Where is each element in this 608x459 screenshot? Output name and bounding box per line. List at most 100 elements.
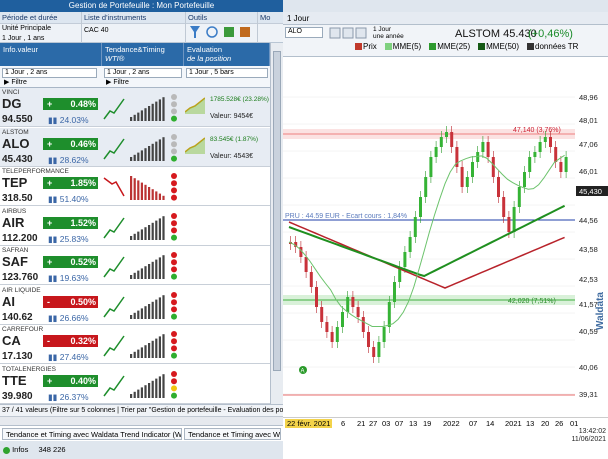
- trend-bar: [133, 233, 136, 240]
- chart-period[interactable]: 1 Jour une année: [371, 26, 406, 40]
- trend-bar: [137, 349, 140, 358]
- candle-body: [351, 297, 355, 307]
- list-value[interactable]: CAC 40: [82, 26, 185, 36]
- chart-tab[interactable]: 1 Jour: [283, 12, 608, 25]
- candle-body: [507, 217, 511, 232]
- col-info[interactable]: Info.valeur: [0, 43, 102, 66]
- list-group[interactable]: Liste d'instruments CAC 40: [82, 12, 186, 43]
- volatility: ▮▮ 26.37%: [48, 391, 89, 402]
- table-row[interactable]: AIR LIQUIDE AI 140.62 -0.50% ▮▮ 26.66%: [0, 285, 270, 325]
- instrument-symbol: AI: [2, 293, 15, 309]
- trend-bar: [133, 272, 136, 279]
- stock-name: ALSTOM: [455, 28, 501, 40]
- info-filter[interactable]: ▶ Filtre: [2, 78, 29, 87]
- horizontal-scrollbar[interactable]: [0, 416, 283, 425]
- symbol-input[interactable]: ALO: [285, 27, 323, 38]
- trend-bar: [137, 180, 140, 200]
- eval-period-select[interactable]: 1 Jour , 5 bars: [186, 68, 268, 78]
- trend-bar: [162, 294, 165, 319]
- trend-bar: [137, 152, 140, 161]
- trend-period-select[interactable]: 1 Jour , 2 ans: [104, 68, 182, 78]
- trend-bar: [158, 217, 161, 240]
- trend-bar: [148, 382, 151, 398]
- tab-wti-2[interactable]: Tendance et Timing avec Waldata Trend I.…: [184, 428, 281, 440]
- instrument-symbol: SAF: [2, 254, 28, 269]
- price-tick: 48,96: [579, 93, 598, 102]
- table-row[interactable]: AIRBUS AIR 112.200 +1.52% ▮▮ 25.83%: [0, 206, 270, 246]
- arrow-up-icon: [103, 335, 125, 357]
- support-label: 42,020 (7,51%): [508, 298, 556, 305]
- scroll-thumb[interactable]: [273, 51, 281, 371]
- table-row[interactable]: ALSTOM ALO 45.430 +0.46% ▮▮ 28.62% 83.54…: [0, 127, 270, 167]
- trend-bar: [140, 347, 143, 358]
- tools-icons[interactable]: [186, 24, 256, 40]
- table-row[interactable]: TOTALENERGIES TTE 39.980 +0.40% ▮▮ 26.37…: [0, 364, 270, 404]
- eval-value: Valeur: 4543€: [210, 152, 254, 160]
- chart-background: [283, 57, 608, 417]
- instrument-price: 17.130: [2, 351, 33, 362]
- candle-body: [330, 332, 334, 342]
- trend-bar: [151, 103, 154, 121]
- instrument-symbol: AIR: [2, 214, 25, 230]
- period-group[interactable]: Période et durée Unité Principale 1 Jour…: [0, 12, 82, 43]
- legend-item[interactable]: MME(50): [478, 42, 523, 52]
- bottom-tabs: Tendance et Timing avec Waldata Trend In…: [0, 425, 283, 441]
- legend-item[interactable]: MME(5): [384, 42, 425, 52]
- candle-body: [502, 197, 506, 217]
- table-row[interactable]: VINCI DG 94.550 +0.48% ▮▮ 24.03% 1785.52…: [0, 88, 270, 127]
- date-tick: 01: [570, 419, 579, 428]
- candle-body: [382, 327, 386, 342]
- chart-nav-icons[interactable]: [329, 27, 369, 40]
- candle-body: [445, 132, 448, 137]
- trend-indicator: [103, 252, 177, 280]
- trend-bar: [158, 296, 161, 319]
- candle-body: [564, 157, 568, 172]
- trend-bar: [144, 147, 147, 161]
- trend-bar: [140, 386, 143, 398]
- candle-body: [460, 167, 464, 187]
- list-scrollbar[interactable]: [270, 43, 283, 404]
- signal-light-icon: [171, 115, 177, 122]
- pru-label: PRU : 44.59 EUR - Ecart cours : 1,84%: [285, 213, 407, 220]
- table-row[interactable]: CARREFOUR CA 17.130 -0.32% ▮▮ 27.46%: [0, 325, 270, 364]
- date-tick: 03: [382, 419, 391, 428]
- arrow-up-icon: [103, 138, 125, 159]
- signal-light-icon: [171, 155, 177, 162]
- legend-item[interactable]: MME(25): [429, 42, 474, 52]
- instrument-price: 123.760: [2, 272, 39, 283]
- volatility: ▮▮ 24.03%: [48, 115, 89, 125]
- trend-bar: [140, 149, 143, 161]
- signal-light-icon: [171, 298, 177, 305]
- info-period-select[interactable]: 1 Jour , 2 ans: [2, 68, 97, 78]
- trend-indicator: [103, 212, 177, 241]
- trend-bar: [148, 343, 151, 358]
- col-eval[interactable]: Evaluation de la position: [184, 43, 270, 66]
- period-label: Période et durée: [0, 12, 81, 24]
- signal-light-icon: [171, 370, 177, 377]
- more-group[interactable]: Mo: [258, 12, 283, 43]
- change-badge: +1.85%: [43, 177, 98, 189]
- candle-body: [559, 162, 563, 172]
- trend-bar: [148, 224, 151, 240]
- trend-bar: [155, 220, 158, 240]
- legend-item[interactable]: Prix: [355, 42, 381, 52]
- tab-wti[interactable]: Tendance et Timing avec Waldata Trend In…: [2, 428, 182, 440]
- arrow-down-icon: [103, 177, 125, 197]
- signal-light-icon: [171, 133, 177, 140]
- trend-filter[interactable]: ▶ Filtre: [104, 78, 131, 87]
- instrument-fullname: TELEPERFORMANCE: [2, 168, 69, 175]
- trend-bar: [162, 195, 165, 200]
- trend-bar: [140, 110, 143, 121]
- toolbar: Période et durée Unité Principale 1 Jour…: [0, 12, 283, 43]
- tools-group[interactable]: Outils: [186, 12, 258, 43]
- table-row[interactable]: TELEPERFORMANCE TEP 318.50 +1.85% ▮▮ 51.…: [0, 167, 270, 206]
- table-row[interactable]: SAFRAN SAF 123.760 +0.52% ▮▮ 19.63%: [0, 246, 270, 285]
- candle-body: [403, 252, 407, 267]
- signal-light-icon: [171, 305, 177, 312]
- col-trend[interactable]: Tendance&Timing WTI®: [102, 43, 184, 66]
- legend-item[interactable]: données TR: [527, 42, 582, 52]
- chart-legend: Prix MME(5) MME(25) MME(50) données TR: [355, 42, 586, 52]
- price-chart[interactable]: 48,96 48,01 47,06 46,01 45,430 44,56 43,58 42,5…: [283, 57, 608, 417]
- signal-light-icon: [171, 140, 177, 147]
- signal-light-icon: [171, 194, 177, 201]
